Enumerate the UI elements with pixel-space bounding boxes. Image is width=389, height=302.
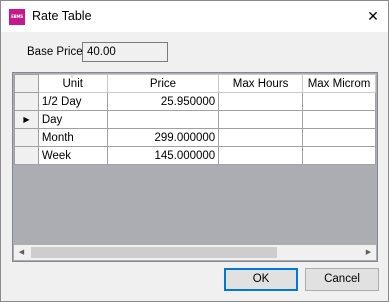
close-button[interactable]: ✕ — [358, 1, 388, 32]
cell-price[interactable]: 299.000000 — [106, 128, 220, 147]
cell-max-micro[interactable] — [302, 128, 376, 147]
cell-unit[interactable]: Month — [37, 128, 108, 147]
cell-max-micro[interactable] — [302, 92, 376, 111]
ok-button[interactable]: OK — [224, 268, 298, 291]
title-bar: EBMS Rate Table ✕ — [1, 1, 388, 32]
cell-max-hours[interactable] — [218, 92, 303, 111]
cell-max-hours[interactable] — [218, 146, 303, 165]
base-price-field[interactable]: 40.00 — [82, 42, 168, 62]
row-indicator[interactable] — [14, 92, 39, 111]
cell-price[interactable] — [106, 110, 220, 129]
table-row[interactable]: 1/2 Day 25.950000 — [14, 92, 376, 111]
ebms-app-icon: EBMS — [9, 9, 25, 25]
cell-price[interactable]: 25.950000 — [106, 92, 220, 111]
cell-price[interactable]: 145.000000 — [106, 146, 220, 165]
window-title: Rate Table — [32, 9, 92, 23]
horizontal-scrollbar[interactable]: ◀ ▶ — [14, 245, 376, 260]
table-row[interactable]: Month 299.000000 — [14, 128, 376, 147]
header-row: ▽ Unit Price Max Hours Max Microm — [14, 74, 376, 93]
cell-max-micro[interactable] — [302, 146, 376, 165]
cell-unit[interactable]: 1/2 Day — [37, 92, 108, 111]
scrollbar-thumb[interactable] — [31, 247, 277, 258]
rate-table-dialog: EBMS Rate Table ✕ Base Price: 40.00 ▽ Un… — [0, 0, 389, 302]
scroll-left-icon[interactable]: ◀ — [14, 245, 29, 260]
cell-max-micro[interactable] — [302, 110, 376, 129]
cell-unit[interactable]: Day — [37, 110, 108, 129]
row-indicator[interactable] — [14, 146, 39, 165]
rate-table: ▽ Unit Price Max Hours Max Microm 1/2 Da… — [14, 74, 376, 165]
row-indicator[interactable] — [14, 128, 39, 147]
cancel-button[interactable]: Cancel — [305, 268, 379, 291]
cell-max-hours[interactable] — [218, 128, 303, 147]
base-price-label: Base Price: — [27, 46, 86, 58]
column-header-unit[interactable]: ▽ Unit — [37, 74, 108, 93]
cell-max-hours[interactable] — [218, 110, 303, 129]
header-corner — [14, 74, 39, 93]
cell-unit[interactable]: Week — [37, 146, 108, 165]
column-header-max-hours[interactable]: Max Hours — [218, 74, 303, 93]
table-row[interactable]: Week 145.000000 — [14, 146, 376, 165]
sort-indicator-icon: ▽ — [69, 74, 75, 80]
column-header-max-micro[interactable]: Max Microm — [302, 74, 376, 93]
rate-grid[interactable]: ▽ Unit Price Max Hours Max Microm 1/2 Da… — [12, 72, 378, 262]
column-header-price[interactable]: Price — [106, 74, 220, 93]
scroll-right-icon[interactable]: ▶ — [361, 245, 376, 260]
table-row[interactable]: ▶ Day — [14, 110, 376, 129]
current-row-arrow-icon[interactable]: ▶ — [14, 110, 39, 129]
